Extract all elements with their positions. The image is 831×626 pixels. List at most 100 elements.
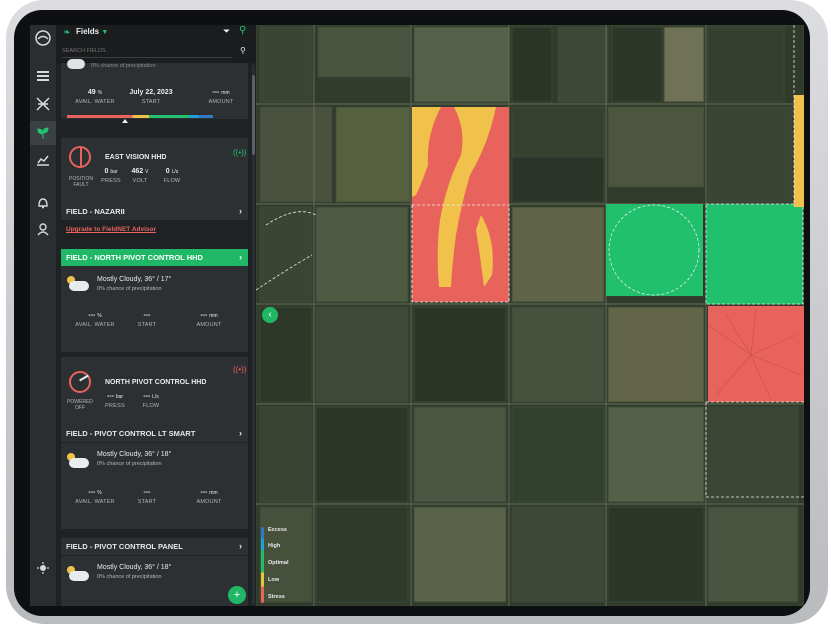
search-icon[interactable]: ⚲	[240, 46, 246, 55]
flow-label: FLOW	[142, 403, 160, 409]
press-stat: --- bar PRESS	[97, 393, 133, 409]
flow-stat: --- L/s FLOW	[133, 393, 169, 409]
collapse-panel-button[interactable]: ‹	[262, 307, 278, 323]
avail-water-value: 49	[87, 89, 96, 96]
field-title-lt-smart: FIELD - PIVOT CONTROL LT SMART	[66, 429, 196, 438]
field-card-north[interactable]: Mostly Cloudy, 36° / 17° 0% chance of pr…	[61, 266, 248, 352]
weather-panel: Mostly Cloudy, 36° / 18° 0% chance of pr…	[97, 564, 171, 580]
panel-scrollbar[interactable]	[252, 65, 255, 605]
amount-value: ---	[200, 312, 208, 319]
avail-water-unit: %	[97, 490, 102, 496]
field-header-north[interactable]: FIELD - NORTH PIVOT CONTROL HHD ›	[61, 249, 248, 266]
press-stat: 0 bar PRESS	[97, 168, 125, 184]
avail-water-value: ---	[88, 489, 96, 496]
amount-stat: --- mm AMOUNT	[187, 489, 231, 505]
chevron-right-icon: ›	[239, 428, 242, 438]
weather-north: Mostly Cloudy, 36° / 17° 0% chance of pr…	[97, 276, 171, 292]
field-title-north: FIELD - NORTH PIVOT CONTROL HHD	[66, 253, 203, 262]
weather-text: Mostly Cloudy, 36° / 18°	[97, 451, 172, 458]
precip-text: 0% chance of precipitation	[91, 63, 156, 69]
flow-value: ---	[143, 393, 151, 400]
press-unit: bar	[110, 169, 118, 175]
volt-label: VOLT	[132, 178, 148, 184]
field-low-east	[794, 95, 804, 207]
field-header-lt-smart[interactable]: FIELD - PIVOT CONTROL LT SMART ›	[61, 425, 248, 442]
weather-text: Mostly Cloudy, 36° / 17°	[97, 276, 172, 283]
volt-stat: 462 V VOLT	[125, 168, 155, 184]
start-stat: --- START	[127, 489, 167, 505]
legend-scale	[261, 527, 264, 603]
field-card-panel[interactable]: Mostly Cloudy, 36° / 18° 0% chance of pr…	[61, 556, 248, 606]
avail-water-stat: 49 % AVAIL. WATER	[75, 89, 115, 105]
flow-label: FLOW	[163, 178, 181, 184]
upgrade-link[interactable]: Upgrade to FieldNET Advisor	[66, 226, 156, 233]
amount-unit: mm	[209, 490, 218, 496]
start-label: START	[137, 322, 157, 328]
start-value: July 22, 2023	[129, 89, 173, 96]
menu-icon[interactable]	[30, 65, 56, 87]
legend-excess: Excess	[268, 527, 287, 533]
start-stat: July 22, 2023 START	[121, 89, 181, 105]
legend-stress: Stress	[268, 594, 285, 600]
flow-unit: L/s	[171, 169, 179, 175]
fields-leaf-icon: ❧	[63, 27, 71, 37]
chevron-right-icon: ›	[239, 541, 242, 551]
field-header-panel[interactable]: FIELD - PIVOT CONTROL PANEL ›	[61, 538, 248, 555]
legend-optimal: Optimal	[268, 560, 289, 566]
press-label: PRESS	[101, 178, 121, 184]
field-stress-panel	[707, 306, 804, 402]
signal-off-icon: ((•))	[233, 365, 247, 374]
water-level-marker	[122, 119, 128, 123]
add-field-button[interactable]: +	[228, 586, 246, 604]
satellite-map[interactable]: ‹ Excess High Optimal Low Stress	[256, 25, 804, 606]
field-header-nazarii[interactable]: FIELD - NAZARII ›	[61, 203, 248, 220]
avail-water-label: AVAIL. WATER	[75, 499, 115, 505]
chart-icon[interactable]	[30, 149, 56, 171]
flow-value: 0	[165, 168, 170, 175]
logo-icon	[30, 27, 56, 49]
fields-panel: ❧ Fields ▼ ⏷ ⚲ ⚲ 0% chance of precipitat…	[56, 25, 256, 606]
amount-stat: --- mm AMOUNT	[199, 89, 243, 105]
precip-text: 0% chance of precipitation	[97, 286, 162, 292]
cloud-icon	[67, 59, 85, 69]
filter-icon[interactable]: ⏷	[223, 26, 230, 37]
field-stress-nazarii	[411, 107, 510, 303]
irrigation-icon[interactable]	[30, 93, 56, 115]
avail-water-unit: %	[97, 90, 103, 96]
avail-water-stat: --- % AVAIL. WATER	[75, 489, 115, 505]
powered-off-icon	[69, 371, 91, 393]
cloud-icon	[67, 566, 89, 582]
start-value: ---	[143, 312, 151, 319]
avail-water-value: ---	[88, 312, 96, 319]
brightness-icon[interactable]	[30, 557, 56, 579]
fields-nav-icon[interactable]	[30, 121, 56, 145]
fields-dropdown[interactable]: Fields ▼	[76, 27, 108, 36]
avail-water-unit: %	[97, 313, 102, 319]
start-label: START	[141, 99, 161, 105]
weather-lt: Mostly Cloudy, 36° / 18° 0% chance of pr…	[97, 451, 171, 467]
device-name: NORTH PIVOT CONTROL HHD	[105, 379, 207, 386]
cloud-icon	[67, 276, 89, 292]
press-unit: bar	[115, 394, 124, 400]
chevron-down-icon: ▼	[101, 29, 109, 36]
amount-value: ---	[200, 489, 208, 496]
flow-stat: 0 L/s FLOW	[157, 168, 187, 184]
bell-icon[interactable]	[30, 191, 56, 213]
search-toggle-icon[interactable]: ⚲	[239, 25, 246, 36]
amount-label: AMOUNT	[196, 322, 222, 328]
amount-value: ---	[212, 89, 220, 96]
user-icon[interactable]	[30, 218, 56, 240]
amount-label: AMOUNT	[196, 499, 222, 505]
search-input[interactable]	[62, 45, 232, 58]
press-value: ---	[106, 393, 114, 400]
map-canvas	[256, 25, 804, 606]
water-legend: Excess High Optimal Low Stress	[258, 525, 298, 605]
amount-label: AMOUNT	[208, 99, 234, 105]
press-value: 0	[104, 168, 109, 175]
nav-rail	[30, 25, 56, 606]
start-stat: --- START	[127, 312, 167, 328]
field-card-lt-smart[interactable]: Mostly Cloudy, 36° / 18° 0% chance of pr…	[61, 443, 248, 529]
panel-header: ❧ Fields ▼ ⏷ ⚲ ⚲	[56, 25, 256, 63]
amount-unit: mm	[221, 90, 230, 96]
amount-stat: --- mm AMOUNT	[187, 312, 231, 328]
